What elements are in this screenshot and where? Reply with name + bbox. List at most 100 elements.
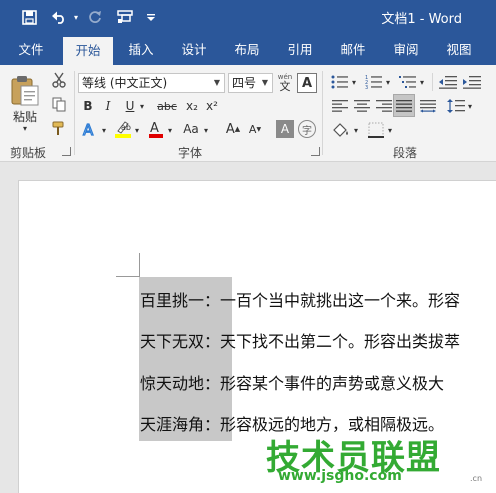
- watermark-suffix-text: .cn: [470, 474, 483, 483]
- undo-icon[interactable]: [48, 6, 70, 28]
- increase-indent-icon[interactable]: [462, 73, 482, 91]
- justify-icon[interactable]: [393, 94, 415, 117]
- enclose-characters-icon[interactable]: 字: [298, 120, 316, 138]
- bold-button[interactable]: B: [80, 97, 96, 115]
- format-painter-icon[interactable]: [50, 119, 68, 137]
- term-separator[interactable]: ：: [204, 374, 220, 393]
- character-shading-icon[interactable]: A: [276, 120, 294, 138]
- borders-icon[interactable]: [366, 120, 386, 140]
- svg-text:3: 3: [365, 85, 368, 89]
- tab-references[interactable]: 引用: [275, 34, 325, 65]
- font-size-dropdown-icon[interactable]: ▼: [262, 74, 268, 92]
- term-separator[interactable]: ：: [204, 332, 220, 351]
- decrease-indent-icon[interactable]: [438, 73, 458, 91]
- text-effects-dropdown-icon[interactable]: ▾: [100, 121, 108, 139]
- grow-font-label: A: [225, 121, 235, 137]
- tab-view[interactable]: 视图: [434, 34, 484, 65]
- font-name-dropdown-icon[interactable]: ▼: [214, 74, 220, 92]
- touch-mode-icon[interactable]: [114, 6, 136, 28]
- paste-dropdown-icon[interactable]: ▾: [16, 123, 34, 133]
- undo-dropdown-icon[interactable]: ▾: [70, 6, 82, 28]
- borders-dropdown-icon[interactable]: ▾: [386, 121, 394, 139]
- subscript-button[interactable]: x₂: [183, 97, 201, 115]
- tab-mailings[interactable]: 邮件: [328, 34, 378, 65]
- document-line[interactable]: 天下无双：天下找不出第二个。形容出类拔萃: [140, 328, 460, 352]
- save-icon[interactable]: [18, 6, 40, 28]
- shading-dropdown-icon[interactable]: ▾: [352, 121, 360, 139]
- copy-icon[interactable]: [50, 95, 68, 113]
- redo-icon[interactable]: [84, 6, 106, 28]
- definition-text[interactable]: 形容某个事件的声势或意义极大: [220, 374, 444, 393]
- group-label-paragraph: 段落: [393, 146, 418, 160]
- change-case-dropdown-icon[interactable]: ▾: [202, 121, 210, 139]
- svg-text:A: A: [150, 121, 159, 136]
- numbering-icon[interactable]: 123: [364, 73, 384, 91]
- customize-quick-access-icon[interactable]: [144, 6, 158, 28]
- italic-button[interactable]: I: [100, 97, 116, 115]
- font-name-combo[interactable]: 等线 (中文正文) ▼: [78, 73, 225, 93]
- definition-text[interactable]: 一百个当中就挑出这一个来。形容: [220, 291, 460, 310]
- ribbon-separator: [432, 73, 433, 91]
- term-separator[interactable]: ：: [204, 415, 220, 434]
- strikethrough-button[interactable]: abc: [155, 97, 179, 115]
- align-center-icon[interactable]: [352, 97, 372, 115]
- text-highlight-dropdown-icon[interactable]: ▾: [133, 121, 141, 139]
- tab-home[interactable]: 开始: [63, 37, 113, 65]
- site-watermark: 技术员联盟 www.jsgho.com .cn: [262, 430, 492, 490]
- align-right-icon[interactable]: [374, 97, 394, 115]
- term-text[interactable]: 天下无双: [140, 332, 204, 351]
- superscript-button[interactable]: x²: [203, 97, 221, 115]
- document-line[interactable]: 惊天动地：形容某个事件的声势或意义极大: [140, 370, 444, 394]
- shrink-font-arrow-icon: ▼: [256, 125, 262, 133]
- window-title: 文档1 - Word: [381, 12, 462, 27]
- tab-insert[interactable]: 插入: [116, 34, 166, 65]
- definition-text[interactable]: 天下找不出第二个。形容出类拔萃: [220, 332, 460, 351]
- numbering-dropdown-icon[interactable]: ▾: [384, 73, 392, 91]
- bullets-dropdown-icon[interactable]: ▾: [350, 73, 358, 91]
- bullets-icon[interactable]: [330, 73, 350, 91]
- line-spacing-icon[interactable]: [446, 97, 466, 115]
- term-text[interactable]: 百里挑一: [140, 291, 204, 310]
- grow-font-arrow-icon: ▲: [234, 125, 241, 133]
- character-border-icon[interactable]: A: [297, 73, 317, 93]
- grow-font-button[interactable]: A ▲: [224, 120, 242, 138]
- multilevel-list-icon[interactable]: [398, 73, 418, 91]
- tab-layout[interactable]: 布局: [222, 34, 272, 65]
- font-name-value: 等线 (中文正文): [82, 76, 168, 90]
- text-highlight-icon[interactable]: ab: [112, 118, 134, 140]
- align-left-icon[interactable]: [330, 97, 350, 115]
- document-line[interactable]: 百里挑一：一百个当中就挑出这一个来。形容: [140, 287, 460, 311]
- cut-icon[interactable]: [50, 71, 68, 89]
- shading-icon[interactable]: [330, 120, 352, 140]
- term-text[interactable]: 天涯海角: [140, 415, 204, 434]
- font-color-icon[interactable]: A: [146, 118, 166, 140]
- font-size-combo[interactable]: 四号 ▼: [228, 73, 273, 93]
- term-separator[interactable]: ：: [204, 291, 220, 310]
- font-color-dropdown-icon[interactable]: ▾: [166, 121, 174, 139]
- paste-button[interactable]: 粘贴: [8, 108, 42, 124]
- font-dialog-launcher-icon[interactable]: [311, 147, 320, 156]
- paste-icon[interactable]: [8, 73, 42, 107]
- line-spacing-dropdown-icon[interactable]: ▾: [466, 97, 474, 115]
- group-label-clipboard: 剪贴板: [10, 146, 47, 160]
- shrink-font-button[interactable]: A ▼: [246, 120, 264, 138]
- ribbon-tabs: 文件 开始 插入 设计 布局 引用 邮件 审阅 视图: [0, 34, 496, 65]
- margin-corner-mark: [139, 253, 140, 277]
- underline-button[interactable]: U: [122, 97, 138, 115]
- tab-file[interactable]: 文件: [6, 34, 56, 65]
- change-case-button[interactable]: Aa: [180, 120, 202, 138]
- clipboard-dialog-launcher-icon[interactable]: [62, 147, 71, 156]
- tab-review[interactable]: 审阅: [381, 34, 431, 65]
- svg-text:ab: ab: [121, 123, 131, 132]
- text-effects-icon[interactable]: A: [80, 119, 100, 139]
- phonetic-guide-button[interactable]: wén 文: [275, 71, 295, 95]
- multilevel-list-dropdown-icon[interactable]: ▾: [418, 73, 426, 91]
- title-bar: ▾ 文档1 - Word: [0, 0, 496, 34]
- underline-dropdown-icon[interactable]: ▾: [137, 97, 147, 115]
- ribbon: 粘贴 ▾ 剪贴板 等线 (中文正文) ▼ 四号 ▼ wén 文 A B I U …: [0, 65, 496, 162]
- distributed-icon[interactable]: [418, 97, 438, 115]
- tab-design[interactable]: 设计: [169, 34, 219, 65]
- phonetic-guide-icon: 文: [279, 80, 291, 93]
- shrink-font-label: A: [248, 122, 257, 136]
- term-text[interactable]: 惊天动地: [140, 374, 204, 393]
